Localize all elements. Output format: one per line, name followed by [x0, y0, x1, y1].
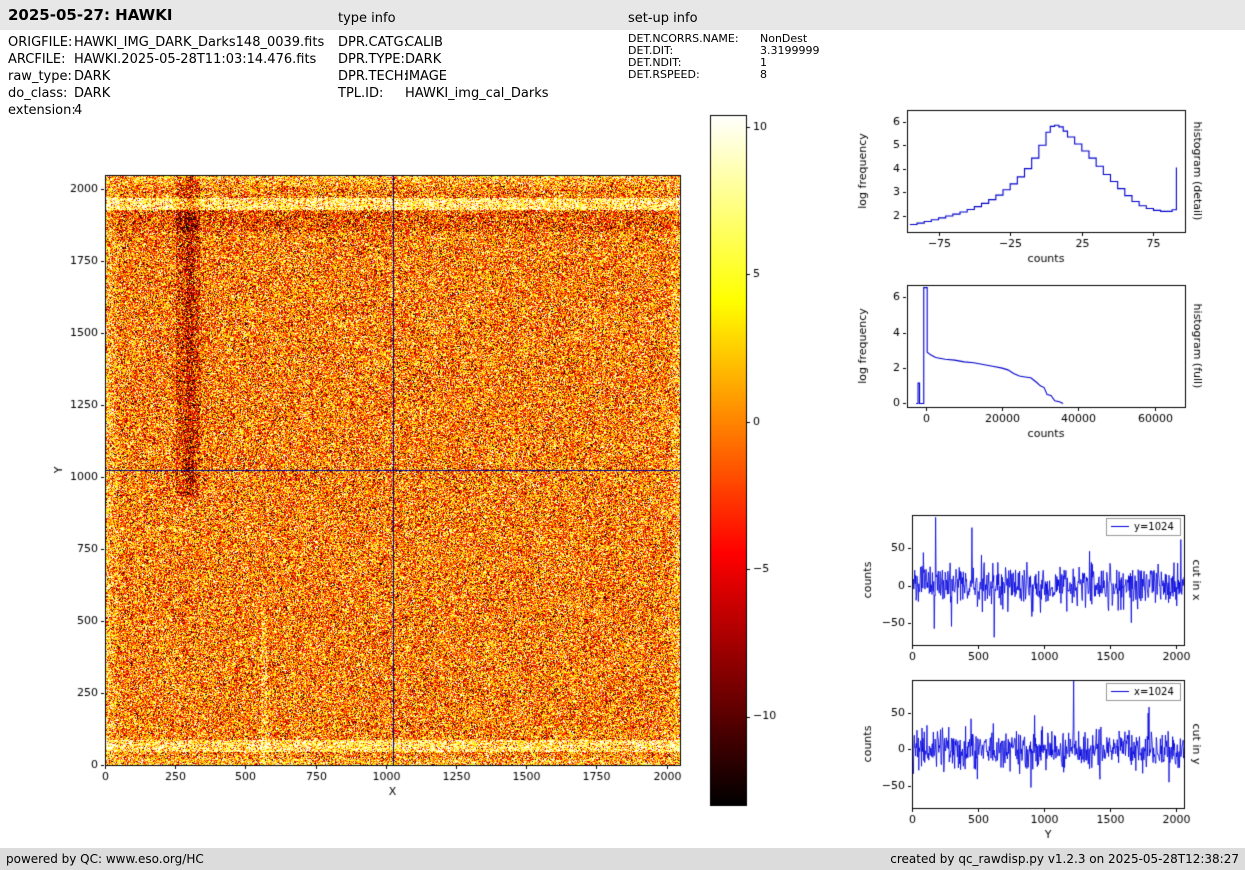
file-info-block: ORIGFILE: HAWKI_IMG_DARK_Darks148_0039.fi… [8, 34, 324, 119]
meta-row-raw-type: raw_type: DARK [8, 68, 324, 85]
meta-row-origfile: ORIGFILE: HAWKI_IMG_DARK_Darks148_0039.fi… [8, 34, 324, 51]
meta-row-do-class: do_class: DARK [8, 85, 324, 102]
meta-label: DET.RSPEED: [628, 68, 700, 81]
header-bar: 2025-05-27: HAWKI type info set-up info [0, 0, 1245, 30]
footer-credit-left: powered by QC: www.eso.org/HC [6, 852, 204, 866]
page-title: 2025-05-27: HAWKI [8, 6, 173, 24]
meta-label: ARCFILE: [8, 52, 66, 67]
setup-info-heading: set-up info [628, 11, 698, 26]
meta-value: 8 [760, 68, 767, 81]
meta-label: ORIGFILE: [8, 35, 73, 50]
footer-bar: powered by QC: www.eso.org/HC created by… [0, 848, 1245, 870]
meta-value: DARK [74, 86, 111, 101]
meta-row-dpr-catg: DPR.CATG:CALIB [338, 34, 549, 51]
meta-row-extension: extension:4 [8, 102, 324, 119]
meta-value: CALIB [405, 35, 443, 50]
qc-report-page: 2025-05-27: HAWKI type info set-up info … [0, 0, 1245, 870]
detector-image-plot [40, 155, 700, 805]
meta-label: raw_type: [8, 69, 72, 84]
meta-row-dpr-tech: DPR.TECH:IMAGE [338, 68, 549, 85]
meta-value: IMAGE [405, 69, 448, 84]
footer-credit-right: created by qc_rawdisp.py v1.2.3 on 2025-… [890, 852, 1239, 866]
meta-value: DARK [405, 52, 442, 67]
colorbar [695, 105, 795, 820]
meta-value: HAWKI_img_cal_Darks [405, 86, 549, 101]
type-info-heading: type info [338, 11, 396, 26]
meta-row-tpl-id: TPL.ID: HAWKI_img_cal_Darks [338, 85, 549, 102]
cut-in-y-plot [845, 665, 1215, 845]
setup-info-block: DET.NCORRS.NAME: NonDest DET.DIT: 3.319999… [628, 33, 820, 81]
cut-in-x-plot [845, 500, 1215, 680]
meta-value: HAWKI.2025-05-28T11:03:14.476.fits [74, 52, 317, 67]
meta-value: HAWKI_IMG_DARK_Darks148_0039.fits [74, 35, 325, 50]
histogram-detail-plot [845, 95, 1215, 280]
meta-value: DARK [74, 69, 111, 84]
meta-label: extension: [8, 103, 76, 118]
meta-row-arcfile: ARCFILE: HAWKI.2025-05-28T11:03:14.476.fi… [8, 51, 324, 68]
meta-value: 3.3199999 [760, 44, 820, 57]
meta-label: DPR.CATG: [338, 35, 408, 50]
meta-label: do_class: [8, 86, 68, 101]
meta-label: DPR.TYPE: [338, 52, 405, 67]
meta-value: 4 [74, 103, 83, 118]
histogram-full-plot [845, 270, 1215, 455]
type-info-block: DPR.CATG:CALIB DPR.TYPE:DARK DPR.TECH:IM… [338, 34, 549, 102]
meta-row-dpr-type: DPR.TYPE:DARK [338, 51, 549, 68]
meta-row-rspeed: DET.RSPEED: 8 [628, 69, 820, 81]
meta-label: DPR.TECH: [338, 69, 408, 84]
meta-label: TPL.ID: [338, 86, 384, 101]
